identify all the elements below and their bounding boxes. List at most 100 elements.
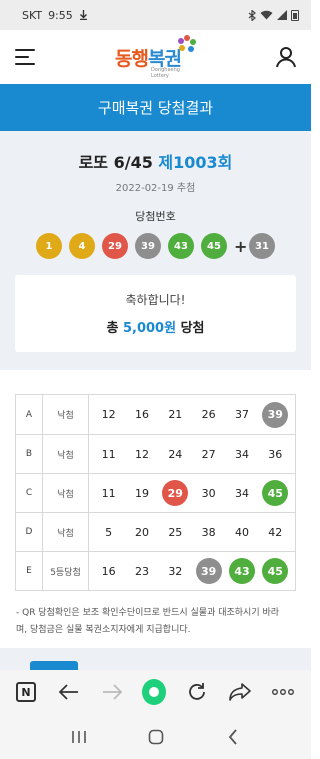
ticket-row: A 낙첨 12 16 21 26 37 39 — [16, 395, 295, 434]
ticket-number: 16 — [101, 564, 116, 578]
ticket-number: 25 — [168, 525, 183, 539]
ticket-number: 5 — [105, 525, 113, 539]
ticket-number: 12 — [101, 408, 116, 421]
user-icon[interactable] — [275, 46, 297, 68]
back-icon — [228, 728, 237, 745]
ticket-number: 11 — [101, 486, 116, 500]
ticket-number: 23 — [134, 564, 149, 578]
winning-numbers: 1 4 29 39 43 45 + 31 — [15, 233, 296, 259]
forward-arrow-icon — [102, 684, 122, 700]
forward-button[interactable] — [100, 680, 124, 704]
ticket-row: E 5등당첨 16 23 32 39 43 45 — [16, 551, 295, 590]
browser-toolbar: N — [0, 670, 311, 714]
notice-line: - QR 당첨확인은 보조 확인수단이므로 반드시 실물과 대조하시기 바라 — [16, 608, 280, 618]
refresh-icon — [189, 683, 206, 700]
system-home-button[interactable] — [144, 725, 168, 749]
ticket-row-letter: C — [16, 474, 43, 512]
clock: 9:55 — [48, 8, 73, 22]
ticket-row-status: 낙첨 — [43, 395, 89, 434]
system-nav-bar — [0, 714, 311, 759]
ticket-row: B 낙첨 11 12 24 27 34 36 — [16, 434, 295, 473]
back-arrow-icon — [58, 684, 78, 700]
draw-round: 제1003회 — [158, 153, 233, 172]
download-icon — [79, 10, 87, 20]
system-back-button[interactable] — [221, 725, 245, 749]
prize-text: 총 5,000원 당첨 — [25, 317, 286, 336]
ticket-row-status: 낙첨 — [43, 513, 89, 551]
draw-title: 로또 6/45 제1003회 — [15, 149, 296, 173]
naver-icon: N — [16, 682, 36, 702]
signal-icon — [277, 10, 287, 20]
ticket-number: 20 — [134, 525, 149, 539]
notice-line: 며, 당첨금은 실물 복권소지자에게 지급합니다. — [16, 625, 191, 635]
ticket-table: A 낙첨 12 16 21 26 37 39 B 낙첨 11 12 24 27 34 36 C 낙첨 11 19 29 3… — [15, 394, 296, 591]
ticket-number: 38 — [201, 525, 216, 539]
winning-ball: 43 — [168, 233, 194, 259]
ticket-row-numbers: 11 19 29 30 34 45 — [89, 480, 295, 506]
ticket-row-numbers: 12 16 21 26 37 39 — [89, 401, 295, 428]
ticket-number: 27 — [201, 447, 216, 461]
ticket-number: 43 — [228, 558, 255, 584]
ticket-number: 30 — [201, 486, 216, 500]
result-box: 축하합니다! 총 5,000원 당첨 — [15, 275, 296, 352]
winning-numbers-label: 당첨번호 — [135, 210, 176, 223]
share-icon — [229, 683, 251, 701]
winning-ball: 45 — [201, 233, 227, 259]
logo-text-a: 동행 — [115, 47, 149, 70]
app-header: 동행 복권 Donghaeng Lottery — [0, 30, 311, 84]
bluetooth-icon — [248, 9, 256, 21]
ticket-number: 45 — [262, 480, 289, 506]
ticket-number: 16 — [134, 408, 149, 421]
battery-icon — [291, 9, 299, 21]
home-icon — [142, 679, 167, 705]
ticket-number: 29 — [162, 480, 189, 506]
refresh-button[interactable] — [185, 680, 209, 704]
naver-button[interactable]: N — [14, 680, 38, 704]
ticket-row-status: 낙첨 — [43, 474, 89, 512]
share-button[interactable] — [228, 680, 252, 704]
prize-suffix: 당첨 — [180, 321, 205, 336]
ticket-number: 39 — [262, 401, 289, 428]
draw-summary: 로또 6/45 제1003회 2022-02-19 추첨 당첨번호 1 4 29… — [0, 131, 311, 370]
ticket-row-letter: D — [16, 513, 43, 551]
logo-flower-icon — [177, 34, 196, 52]
ticket-number: 36 — [268, 447, 283, 461]
congrats-text: 축하합니다! — [125, 293, 186, 307]
ticket-number: 42 — [268, 525, 283, 539]
ticket-number: 37 — [234, 408, 249, 421]
game-name: 로또 6/45 — [78, 153, 153, 172]
ticket-number: 34 — [234, 447, 249, 461]
status-bar: SKT 9:55 — [0, 0, 311, 30]
ticket-row-letter: B — [16, 435, 43, 473]
bonus-plus: + — [234, 236, 248, 256]
ticket-number: 34 — [234, 486, 249, 500]
recent-apps-button[interactable] — [67, 725, 91, 749]
ticket-row-status: 낙첨 — [43, 435, 89, 473]
ticket-number: 39 — [195, 558, 222, 584]
prize-amount: 5,000원 — [122, 321, 177, 336]
logo[interactable]: 동행 복권 Donghaeng Lottery — [115, 34, 196, 79]
home-button[interactable] — [142, 679, 167, 705]
prize-prefix: 총 — [106, 321, 119, 336]
ticket-number: 32 — [168, 564, 183, 578]
menu-icon[interactable] — [15, 49, 35, 65]
draw-date: 2022-02-19 추첨 — [115, 183, 196, 194]
ticket-row-status: 5등당첨 — [43, 552, 89, 590]
winning-ball: 39 — [135, 233, 161, 259]
back-button[interactable] — [57, 680, 81, 704]
ticket-row-numbers: 16 23 32 39 43 45 — [89, 558, 295, 584]
ticket-row-numbers: 5 20 25 38 40 42 — [89, 519, 295, 545]
ticket-row: C 낙첨 11 19 29 30 34 45 — [16, 473, 295, 512]
ticket-number: 19 — [134, 486, 149, 500]
next-section-peek — [0, 648, 311, 670]
bonus-ball: 31 — [249, 233, 275, 259]
page-title: 구매복권 당첨결과 — [97, 99, 214, 117]
carrier-label: SKT — [22, 8, 43, 22]
ticket-row-numbers: 11 12 24 27 34 36 — [89, 441, 295, 467]
ticket-number: 12 — [134, 447, 149, 461]
logo-subtitle: Donghaeng Lottery — [151, 66, 180, 79]
winning-ball: 1 — [36, 233, 62, 259]
ticket-row-letter: A — [16, 395, 43, 434]
notice-text: - QR 당첨확인은 보조 확인수단이므로 반드시 실물과 대조하시기 바라 며… — [16, 605, 296, 639]
more-button[interactable] — [271, 680, 295, 704]
